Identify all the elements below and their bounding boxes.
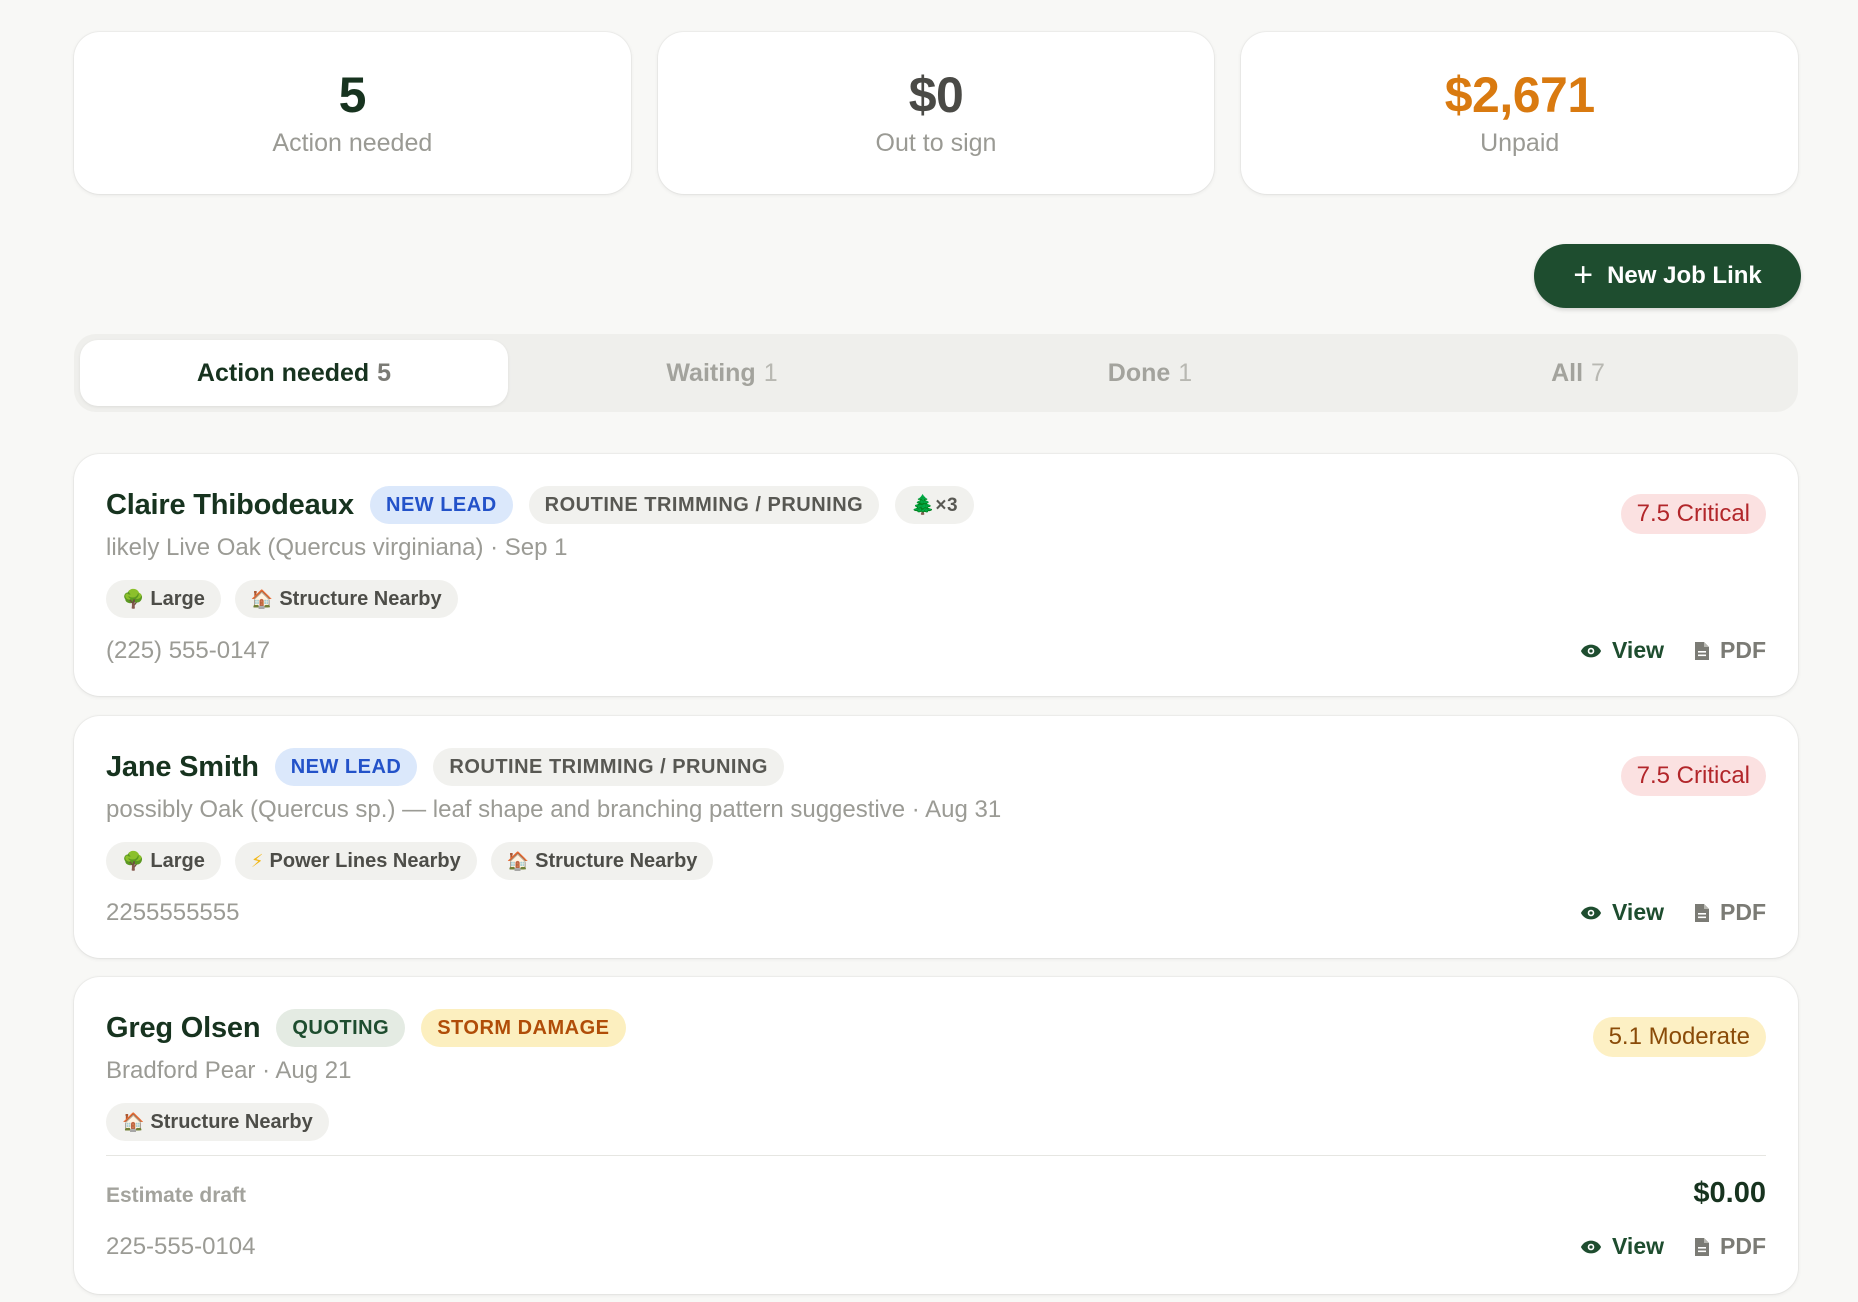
job-card[interactable]: Jane Smith NEW LEAD ROUTINE TRIMMING / P… [74,716,1798,958]
estimate-label: Estimate draft [106,1184,247,1207]
document-icon [1695,903,1709,922]
view-button[interactable]: View [1580,1233,1664,1260]
tab-count: 5 [377,358,392,387]
severity-badge: 7.5 Critical [1620,494,1766,534]
severity-badge: 7.5 Critical [1620,756,1766,796]
tab-label: Done [1107,358,1171,387]
tree-species-date: likely Live Oak (Quercus virginiana) · S… [106,534,568,561]
job-card[interactable]: Greg Olsen QUOTING STORM DAMAGE 5.1 Mode… [74,977,1798,1294]
tree-count-badge: 🌲×3 [895,486,975,524]
tag-structure-nearby: 🏠 Structure Nearby [490,842,714,880]
tag-structure-nearby: 🏠 Structure Nearby [234,580,458,618]
card-actions: View PDF [1580,1233,1766,1260]
view-button[interactable]: View [1580,637,1664,664]
tag-label: Large [150,849,205,872]
phone-number: 2255555555 [106,899,240,926]
tree-icon: 🌳 [122,850,145,871]
service-badge: ROUTINE TRIMMING / PRUNING [433,748,784,786]
pdf-label: PDF [1720,637,1766,663]
stat-value: $2,671 [1444,67,1595,123]
view-label: View [1612,1233,1664,1259]
phone-number: 225-555-0104 [106,1233,256,1260]
card-actions: View PDF [1580,637,1766,664]
customer-name: Greg Olsen [106,1011,261,1044]
pdf-label: PDF [1720,899,1766,925]
tag-label: Power Lines Nearby [269,849,461,872]
tab-label: Action needed [196,358,370,387]
stat-out-to-sign[interactable]: $0 Out to sign [657,32,1215,194]
house-icon: 🏠 [122,1111,145,1132]
customer-name: Claire Thibodeaux [106,488,354,521]
service-badge: STORM DAMAGE [421,1009,626,1047]
view-button[interactable]: View [1580,899,1664,926]
stat-label: Action needed [272,129,433,157]
card-actions: View PDF [1580,899,1766,926]
eye-icon [1580,644,1602,657]
tree-species-date: Bradford Pear · Aug 21 [106,1057,352,1084]
tag-large: 🌳 Large [106,842,221,880]
phone-number: (225) 555-0147 [106,637,271,664]
eye-icon [1580,1240,1602,1253]
tag-label: Structure Nearby [279,587,442,610]
status-badge: NEW LEAD [370,486,513,524]
tab-waiting[interactable]: Waiting 1 [508,340,936,406]
view-label: View [1612,637,1664,663]
customer-name: Jane Smith [106,750,259,783]
tab-count: 1 [1178,358,1193,387]
document-icon [1695,641,1709,660]
tab-count: 1 [763,358,778,387]
status-badge: NEW LEAD [274,748,418,786]
pdf-button[interactable]: PDF [1694,1233,1766,1260]
pdf-label: PDF [1720,1233,1766,1259]
stat-value: 5 [338,67,367,123]
tab-label: Waiting [666,358,756,387]
estimate-amount: $0.00 [1693,1177,1766,1209]
document-icon [1695,1237,1709,1256]
plus-icon: + [1573,255,1594,294]
status-badge: QUOTING [276,1009,406,1047]
tab-label: All [1551,358,1584,387]
tree-icon: 🌳 [122,588,145,609]
divider [106,1155,1766,1156]
severity-badge: 5.1 Moderate [1592,1017,1766,1057]
service-badge: ROUTINE TRIMMING / PRUNING [528,486,880,524]
stats-row: 5 Action needed $0 Out to sign $2,671 Un… [74,32,1799,194]
tag-list: 🌳 Large 🏠 Structure Nearby [106,580,458,618]
eye-icon [1580,906,1602,919]
stat-action-needed[interactable]: 5 Action needed [74,32,631,194]
tag-label: Structure Nearby [150,1110,313,1133]
stat-label: Unpaid [1480,129,1560,157]
tag-structure-nearby: 🏠 Structure Nearby [106,1103,329,1141]
view-label: View [1612,899,1664,925]
house-icon: 🏠 [506,850,530,871]
stat-label: Out to sign [875,129,997,157]
tag-power-lines-nearby: ⚡ Power Lines Nearby [234,842,477,880]
stat-unpaid[interactable]: $2,671 Unpaid [1241,32,1799,194]
tag-list: 🌳 Large ⚡ Power Lines Nearby 🏠 Structure… [106,842,714,880]
lightning-icon: ⚡ [250,850,264,871]
tag-large: 🌳 Large [106,580,221,618]
tag-list: 🏠 Structure Nearby [106,1103,329,1141]
house-icon: 🏠 [250,588,274,609]
tree-species-date: possibly Oak (Quercus sp.) — leaf shape … [106,796,1002,823]
filter-tabs: Action needed 5 Waiting 1 Done 1 All 7 [74,334,1798,412]
tab-all[interactable]: All 7 [1364,340,1792,406]
new-job-link-button[interactable]: + New Job Link [1534,244,1801,308]
pdf-button[interactable]: PDF [1694,899,1766,926]
stat-value: $0 [908,67,964,123]
pdf-button[interactable]: PDF [1694,637,1766,664]
new-job-link-label: New Job Link [1607,262,1762,289]
job-card[interactable]: Claire Thibodeaux NEW LEAD ROUTINE TRIMM… [74,454,1798,696]
tab-done[interactable]: Done 1 [936,340,1364,406]
tab-count: 7 [1591,358,1605,387]
tag-label: Large [150,587,205,610]
tag-label: Structure Nearby [535,849,698,872]
tab-action-needed[interactable]: Action needed 5 [80,340,508,406]
